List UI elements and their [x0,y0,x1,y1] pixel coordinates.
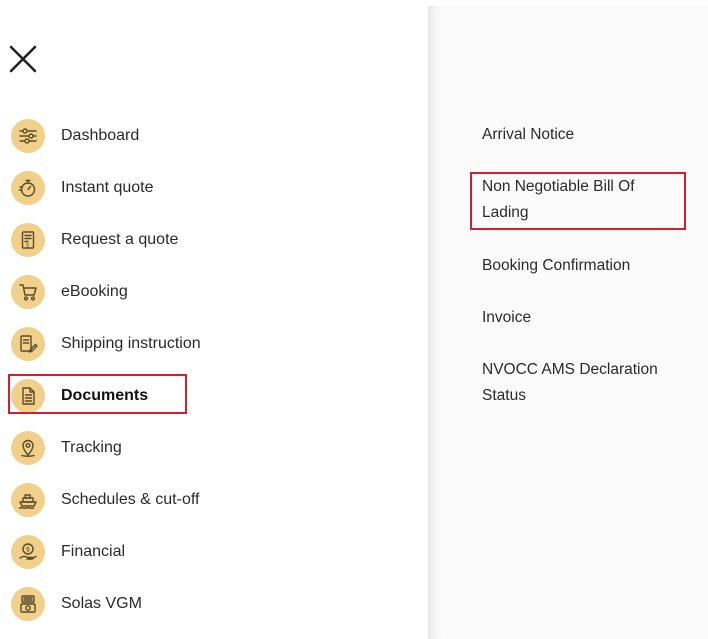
close-icon [9,45,37,73]
map-pin-icon [11,431,45,465]
doc-item-booking-confirmation[interactable]: Booking Confirmation [482,253,682,279]
menu-item-solas-vgm[interactable]: Solas VGM [0,578,428,630]
menu-item-label: Request a quote [61,231,179,248]
menu-item-documents[interactable]: Documents [0,370,428,422]
menu-item-tracking[interactable]: Tracking [0,422,428,474]
edit-document-icon [11,327,45,361]
menu-item-label: eBooking [61,283,128,300]
menu-item-ebooking[interactable]: eBooking [0,266,428,318]
receipt-icon: $ [11,223,45,257]
menu-item-label: Tracking [61,439,122,456]
svg-text:$: $ [26,243,29,249]
menu-item-label: Financial [61,543,126,560]
main-menu: Dashboard Instant quote $ Request a quot… [0,110,428,630]
sliders-icon [11,119,45,153]
close-button[interactable] [6,42,40,76]
menu-item-schedules[interactable]: Schedules & cut-off [0,474,428,526]
svg-text:$: $ [26,546,30,554]
navigation-drawer: Dashboard Instant quote $ Request a quot… [0,0,428,639]
menu-item-request-quote[interactable]: $ Request a quote [0,214,428,266]
doc-item-nvocc-ams[interactable]: NVOCC AMS Declaration Status [482,357,682,409]
scale-weight-icon [11,587,45,621]
menu-item-label: Schedules & cut-off [61,491,200,508]
menu-item-label: Solas VGM [61,595,142,612]
document-icon [11,379,45,413]
doc-item-bill-of-lading[interactable]: Non Negotiable Bill Of Lading [482,174,682,226]
menu-item-label: Instant quote [61,179,154,196]
app-root: Dashboard Instant quote $ Request a quot… [0,0,708,639]
stopwatch-icon [11,171,45,205]
documents-submenu-panel: Arrival Notice Non Negotiable Bill Of La… [428,6,708,639]
menu-item-label: Dashboard [61,127,140,144]
menu-item-dashboard[interactable]: Dashboard [0,110,428,162]
menu-item-label: Documents [61,387,149,404]
cart-icon [11,275,45,309]
menu-item-label: Shipping instruction [61,335,201,352]
coin-hand-icon: $ [11,535,45,569]
doc-item-arrival-notice[interactable]: Arrival Notice [482,122,682,148]
menu-item-shipping-instruction[interactable]: Shipping instruction [0,318,428,370]
menu-item-instant-quote[interactable]: Instant quote [0,162,428,214]
doc-item-invoice[interactable]: Invoice [482,305,682,331]
ship-icon [11,483,45,517]
menu-item-financial[interactable]: $ Financial [0,526,428,578]
